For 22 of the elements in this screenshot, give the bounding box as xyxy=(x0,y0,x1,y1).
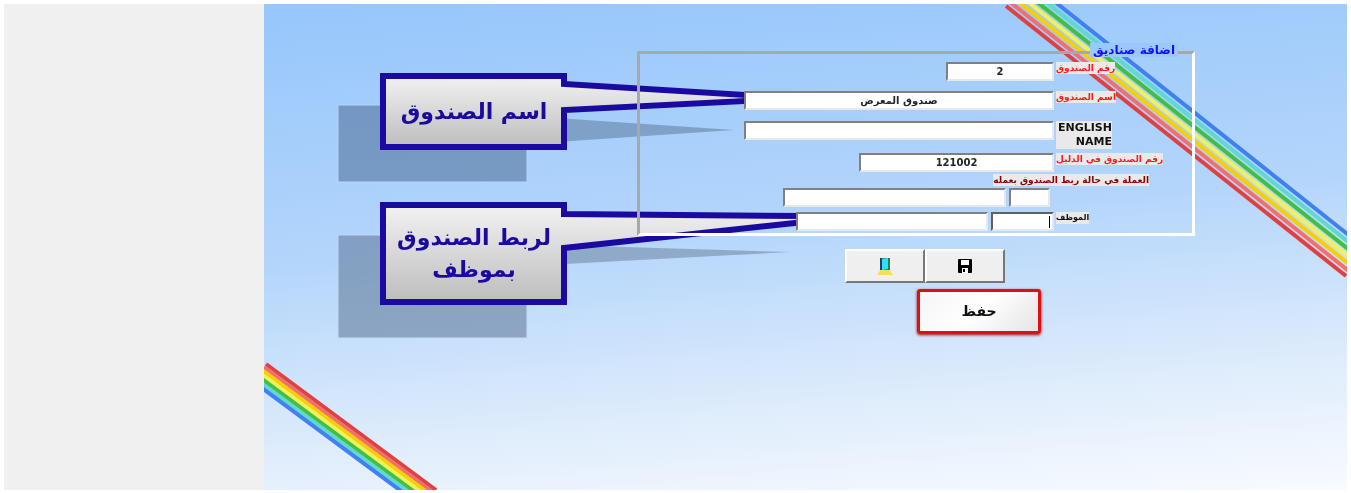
save-icon xyxy=(958,259,972,273)
callout-text: لربط الصندوق بموظف xyxy=(396,224,552,285)
save-button[interactable] xyxy=(925,249,1005,283)
input-field[interactable]: 2 xyxy=(946,62,1054,81)
field-label: الموظف xyxy=(1056,212,1090,224)
input-field[interactable] xyxy=(991,212,1054,231)
input-field[interactable] xyxy=(796,212,988,231)
field-label: ENGLISH NAME xyxy=(1056,121,1112,149)
save-button[interactable]: حفظ xyxy=(917,289,1041,334)
input-field[interactable] xyxy=(744,121,1054,140)
input-field[interactable] xyxy=(1009,188,1050,207)
callout-text: اسم الصندوق xyxy=(399,98,549,127)
input-field[interactable]: صندوق المعرض xyxy=(744,91,1054,110)
door-icon xyxy=(876,257,894,275)
field-label: رقم الصندوق في الدليل xyxy=(1056,153,1164,165)
input-field[interactable]: 121002 xyxy=(859,153,1054,172)
groupbox-title: اضافة صناديق xyxy=(1090,43,1178,57)
field-label: العملة في حالة ربط الصندوق بعمله xyxy=(993,174,1149,186)
input-field[interactable] xyxy=(783,188,1006,207)
field-label: اسم الصندوق xyxy=(1056,91,1116,103)
field-label: رقم الصندوق xyxy=(1056,62,1116,74)
door-button[interactable] xyxy=(845,249,925,283)
